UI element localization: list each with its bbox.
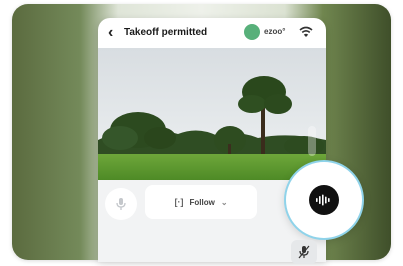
microphone-off-icon [298, 245, 310, 259]
microphone-button[interactable] [105, 188, 137, 220]
follow-label: Follow [189, 197, 215, 207]
phone-screen: ‹ Takeoff permitted ezoo° [·] Follow ⌄ [98, 18, 326, 262]
zoom-scrollbar[interactable] [308, 126, 316, 156]
voice-assistant-button[interactable] [286, 162, 362, 238]
landscape-image [98, 48, 326, 180]
page-title: Takeoff permitted [124, 27, 208, 38]
mute-button[interactable] [291, 240, 317, 264]
status-indicator [244, 24, 260, 40]
top-bar: ‹ Takeoff permitted ezoo° [98, 18, 326, 48]
chevron-left-icon[interactable]: ‹ [108, 25, 122, 41]
microphone-icon [116, 198, 126, 210]
wifi-icon [299, 26, 313, 37]
follow-button[interactable]: [·] Follow ⌄ [145, 185, 257, 219]
camera-feed [98, 48, 326, 180]
voice-waveform-icon [316, 194, 330, 206]
status-text: ezoo° [264, 27, 286, 36]
chevron-down-icon: ⌄ [220, 197, 228, 207]
follow-target-icon: [·] [174, 197, 184, 207]
voice-button-core[interactable] [309, 185, 339, 215]
